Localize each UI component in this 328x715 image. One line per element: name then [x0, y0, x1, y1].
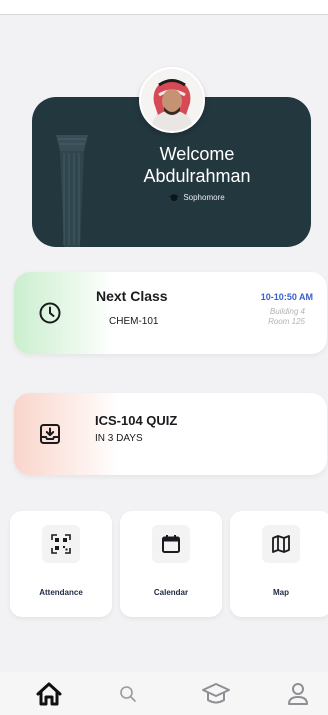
calendar-icon: [162, 535, 180, 553]
profile-icon: [288, 683, 308, 705]
student-name: Abdulrahman: [143, 166, 251, 186]
building-label: Building 4: [269, 307, 305, 316]
tile-map[interactable]: Map: [230, 511, 328, 617]
calendar-icon-wrap: [152, 525, 190, 563]
welcome-label: Welcome: [159, 144, 235, 164]
quiz-title: ICS-104 QUIZ: [95, 413, 178, 428]
quiz-card[interactable]: ICS-104 QUIZ IN 3 DAYS: [14, 393, 327, 475]
next-class-time: 10-10:50 AM: [260, 292, 313, 302]
next-class-title: Next Class: [96, 288, 168, 304]
tile-label: Calendar: [153, 588, 189, 597]
next-class-course: CHEM-101: [109, 316, 159, 327]
qr-code-icon: [51, 534, 71, 554]
status-bar: [0, 0, 328, 15]
tile-label: Attendance: [39, 588, 83, 597]
quiz-due: IN 3 DAYS: [95, 433, 143, 444]
next-class-location: Building 4 Room 125: [268, 307, 305, 327]
map-icon: [272, 535, 290, 553]
nav-search[interactable]: [112, 680, 144, 708]
welcome-text: Welcome Abdulrahman: [102, 143, 292, 187]
nav-home[interactable]: [33, 680, 65, 708]
clock-icon-wrap: [32, 295, 68, 331]
clock-icon: [39, 302, 61, 324]
search-icon: [120, 686, 136, 702]
tile-calendar[interactable]: Calendar: [120, 511, 222, 617]
bottom-nav: [0, 672, 328, 715]
map-icon-wrap: [262, 525, 300, 563]
inbox-icon-wrap: [32, 416, 68, 452]
level-label: Sophomore: [183, 193, 225, 202]
attendance-icon-wrap: [42, 525, 80, 563]
graduation-cap-icon: [169, 193, 180, 201]
home-icon: [36, 682, 62, 706]
avatar[interactable]: [139, 67, 205, 133]
nav-courses[interactable]: [200, 680, 232, 708]
nav-profile[interactable]: [282, 680, 314, 708]
next-class-card[interactable]: Next Class CHEM-101 10-10:50 AM Building…: [14, 272, 327, 354]
tile-label: Map: [273, 588, 289, 597]
student-level: Sophomore: [102, 193, 292, 202]
campus-tower-illustration: [56, 135, 88, 247]
graduation-cap-icon: [202, 683, 230, 704]
tile-attendance[interactable]: Attendance: [10, 511, 112, 617]
profile-photo: [141, 69, 203, 131]
room-label: Room 125: [268, 317, 305, 326]
inbox-download-icon: [40, 424, 60, 444]
